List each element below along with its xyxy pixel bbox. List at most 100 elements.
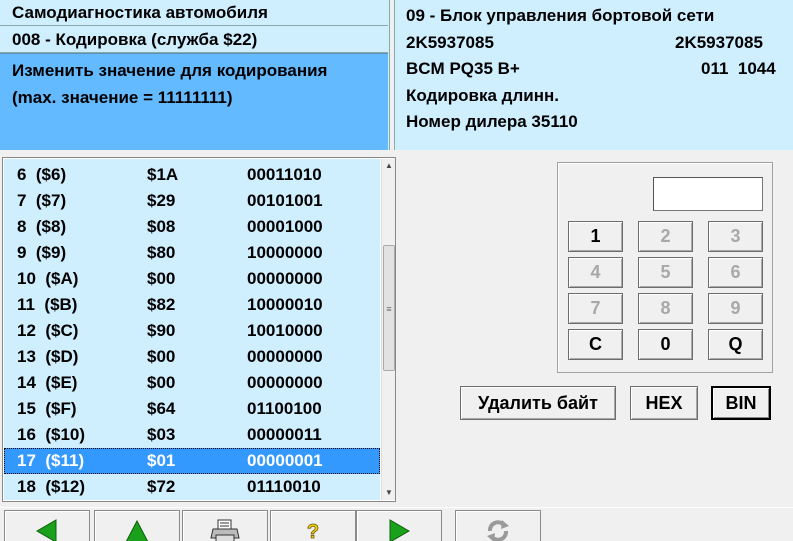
key-3-button[interactable]: 3 xyxy=(708,221,763,252)
key-0-button[interactable]: 0 xyxy=(638,329,693,360)
byte-index: 7 ($7) xyxy=(17,191,67,210)
coding-row[interactable]: 14 ($E) $00 00000000 xyxy=(4,370,380,396)
key-1-button[interactable]: 1 xyxy=(568,221,623,252)
function-title: 008 - Кодировка (служба $22) xyxy=(0,27,388,53)
byte-index: 9 ($9) xyxy=(17,243,67,262)
back-button[interactable] xyxy=(4,510,90,541)
module-title: 09 - Блок управления бортовой сети xyxy=(406,6,715,25)
separator xyxy=(0,150,793,157)
key-2-button[interactable]: 2 xyxy=(638,221,693,252)
coding-byte-list[interactable]: 6 ($6) $1A 00011010 7 ($7) $29 00101001 8 ($8)… xyxy=(2,157,396,502)
scroll-down-icon[interactable]: ▼ xyxy=(382,486,396,500)
coding-type: Кодировка длинн. xyxy=(406,85,559,105)
key-5-button[interactable]: 5 xyxy=(638,257,693,288)
byte-hex-value: $08 xyxy=(147,217,176,236)
app-title: Самодиагностика автомобиля xyxy=(0,0,388,26)
byte-bin-value: 00000000 xyxy=(247,373,323,392)
byte-index: 13 ($D) xyxy=(17,347,79,366)
part-number-row: 2K5937085 2K5937085 xyxy=(406,30,793,57)
navigation-toolbar: ? xyxy=(0,507,793,541)
byte-bin-value: 01110010 xyxy=(247,477,321,496)
byte-hex-value: $29 xyxy=(147,191,176,210)
byte-bin-value: 01100100 xyxy=(247,399,322,418)
part-number-alt: 2K5937085 xyxy=(675,32,763,52)
printer-icon xyxy=(210,519,240,541)
delete-byte-button[interactable]: Удалить байт xyxy=(460,386,616,420)
byte-bin-value: 00000000 xyxy=(247,269,323,288)
coding-row[interactable]: 9 ($9) $80 10000000 xyxy=(4,240,380,266)
component-row: BCM PQ35 B+ 011 1044 xyxy=(406,56,793,83)
scroll-thumb[interactable]: ≡ xyxy=(383,245,395,371)
key-c-button[interactable]: C xyxy=(568,329,623,360)
coding-row[interactable]: 18 ($12) $72 01110010 xyxy=(4,474,380,500)
byte-bin-value: 10000010 xyxy=(247,295,323,314)
instruction-text: Изменить значение для кодирования xyxy=(12,61,328,80)
bin-button[interactable]: BIN xyxy=(711,386,771,420)
byte-index: 10 ($A) xyxy=(17,269,79,288)
byte-hex-value: $01 xyxy=(147,451,176,470)
key-q-button[interactable]: Q xyxy=(708,329,763,360)
byte-bin-value: 00000001 xyxy=(247,451,323,470)
list-scrollbar[interactable]: ▲ ≡ ▼ xyxy=(381,159,395,500)
coding-row[interactable]: 10 ($A) $00 00000000 xyxy=(4,266,380,292)
byte-hex-value: $00 xyxy=(147,347,176,366)
coding-row[interactable]: 13 ($D) $00 00000000 xyxy=(4,344,380,370)
coding-row[interactable]: 15 ($F) $64 01100100 xyxy=(4,396,380,422)
value-input[interactable] xyxy=(653,177,763,211)
max-value-text: (max. значение = 11111111) xyxy=(12,88,233,107)
byte-hex-value: $90 xyxy=(147,321,176,340)
hex-button[interactable]: HEX xyxy=(630,386,698,420)
byte-index: 16 ($10) xyxy=(17,425,86,444)
coding-row[interactable]: 17 ($11) $01 00000001 xyxy=(4,448,380,474)
dealer-number: Номер дилера 35110 xyxy=(406,112,578,131)
coding-row[interactable]: 12 ($C) $90 10010000 xyxy=(4,318,380,344)
arrow-left-icon xyxy=(36,519,57,541)
byte-bin-value: 00101001 xyxy=(247,191,323,210)
forward-button[interactable] xyxy=(356,510,442,541)
part-number: 2K5937085 xyxy=(406,32,494,52)
byte-hex-value: $03 xyxy=(147,425,176,444)
byte-index: 11 ($B) xyxy=(17,295,78,314)
help-button[interactable]: ? xyxy=(270,510,356,541)
print-button[interactable] xyxy=(182,510,268,541)
up-button[interactable] xyxy=(94,510,180,541)
refresh-button[interactable] xyxy=(455,510,541,541)
arrow-right-icon xyxy=(389,519,410,541)
byte-index: 15 ($F) xyxy=(17,399,77,418)
byte-hex-value: $00 xyxy=(147,269,176,288)
byte-index: 6 ($6) xyxy=(17,165,67,184)
software-version: 011 1044 xyxy=(701,59,776,78)
component-name: BCM PQ35 B+ xyxy=(406,59,520,78)
coding-row[interactable]: 8 ($8) $08 00001000 xyxy=(4,214,380,240)
coding-row[interactable]: 16 ($10) $03 00000011 xyxy=(4,422,380,448)
help-icon: ? xyxy=(306,521,319,541)
byte-hex-value: $80 xyxy=(147,243,176,262)
byte-index: 8 ($8) xyxy=(17,217,67,236)
byte-bin-value: 00000000 xyxy=(247,347,323,366)
coding-rows[interactable]: 6 ($6) $1A 00011010 7 ($7) $29 00101001 8 ($8)… xyxy=(4,159,380,500)
byte-bin-value: 00000011 xyxy=(247,425,322,444)
coding-row[interactable]: 6 ($6) $1A 00011010 xyxy=(4,162,380,188)
keypad-panel: 123 456 789 C0Q xyxy=(557,162,773,373)
key-4-button[interactable]: 4 xyxy=(568,257,623,288)
byte-index: 17 ($11) xyxy=(17,451,85,470)
byte-hex-value: $64 xyxy=(147,399,176,418)
key-9-button[interactable]: 9 xyxy=(708,293,763,324)
key-7-button[interactable]: 7 xyxy=(568,293,623,324)
key-8-button[interactable]: 8 xyxy=(638,293,693,324)
byte-hex-value: $82 xyxy=(147,295,176,314)
byte-hex-value: $72 xyxy=(147,477,176,496)
byte-bin-value: 00011010 xyxy=(247,165,322,184)
coding-row[interactable]: 7 ($7) $29 00101001 xyxy=(4,188,380,214)
refresh-icon xyxy=(487,520,509,541)
byte-bin-value: 00001000 xyxy=(247,217,323,236)
byte-hex-value: $1A xyxy=(147,165,179,184)
arrow-up-icon xyxy=(125,519,149,541)
key-6-button[interactable]: 6 xyxy=(708,257,763,288)
scroll-up-icon[interactable]: ▲ xyxy=(382,159,396,173)
byte-bin-value: 10000000 xyxy=(247,243,323,262)
svg-text:?: ? xyxy=(307,521,319,541)
byte-index: 12 ($C) xyxy=(17,321,79,340)
byte-hex-value: $00 xyxy=(147,373,176,392)
coding-row[interactable]: 11 ($B) $82 10000010 xyxy=(4,292,380,318)
